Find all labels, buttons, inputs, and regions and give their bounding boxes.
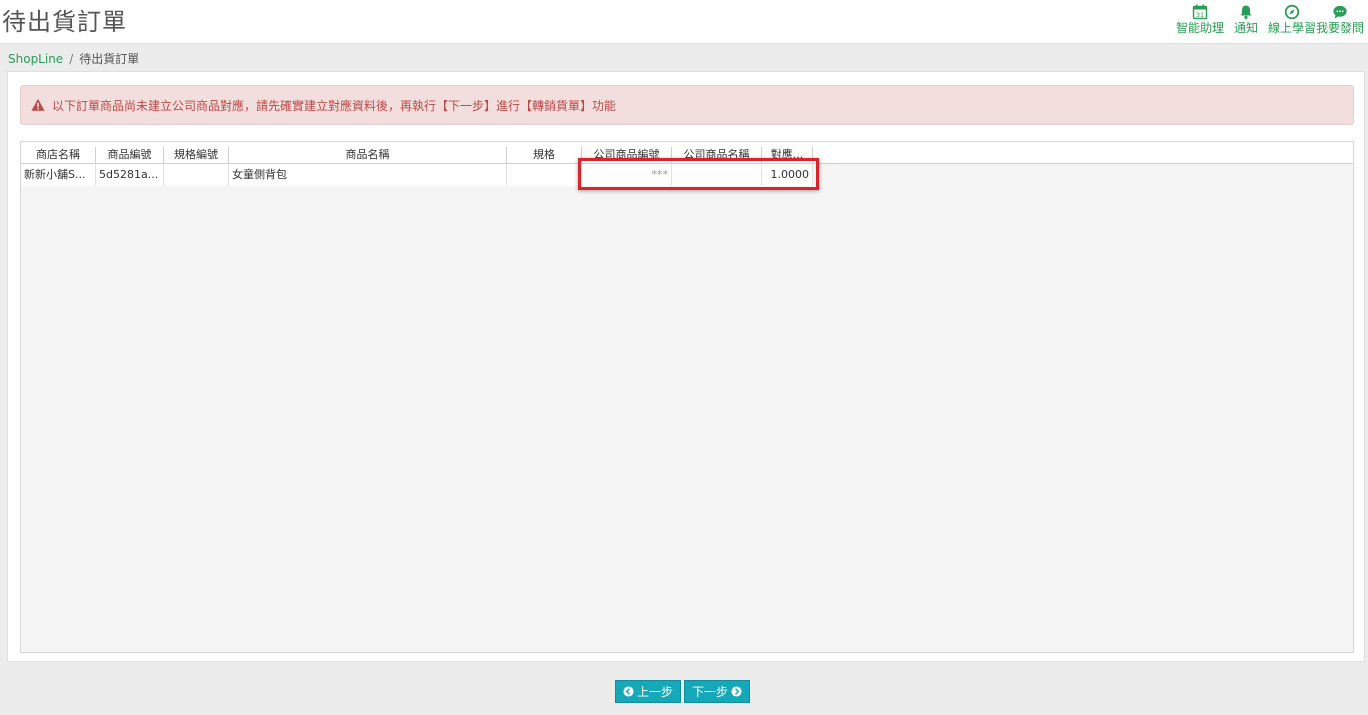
ask-question-button[interactable]: 我要發問	[1316, 4, 1364, 35]
cell-spec-no	[164, 164, 229, 186]
table-row[interactable]: 新新小舖S... 5d5281a... 女童側背包 *** 1.0000	[21, 164, 813, 186]
previous-step-label: 上一步	[636, 685, 673, 699]
cell-company-product-name[interactable]	[672, 164, 762, 186]
breadcrumb-current: 待出貨訂單	[79, 52, 140, 66]
cell-product-no: 5d5281a...	[96, 164, 164, 186]
cell-spec	[507, 164, 582, 186]
page-title: 待出貨訂單	[2, 8, 127, 36]
alert-message: 以下訂單商品尚未建立公司商品對應，請先確實建立對應資料後，再執行【下一步】進行【…	[52, 98, 617, 113]
breadcrumb: ShopLine / 待出貨訂單	[8, 50, 139, 67]
breadcrumb-root-link[interactable]: ShopLine	[8, 52, 63, 66]
column-header-store-name[interactable]: 商店名稱	[21, 147, 96, 163]
calendar-icon: 31	[1192, 4, 1208, 20]
ask-question-label: 我要發問	[1315, 21, 1364, 35]
chevron-right-circle-icon	[731, 686, 742, 697]
cell-product-name: 女童側背包	[229, 164, 507, 186]
column-header-product-name[interactable]: 商品名稱	[229, 147, 507, 163]
compass-icon	[1284, 4, 1300, 20]
column-header-product-no[interactable]: 商品編號	[96, 147, 164, 163]
main-panel: 以下訂單商品尚未建立公司商品對應，請先確實建立對應資料後，再執行【下一步】進行【…	[7, 71, 1365, 662]
grid-header: 商店名稱 商品編號 規格編號 商品名稱 規格 公司商品編號 公司商品名稱 對應.…	[21, 142, 1353, 164]
column-header-spec-no[interactable]: 規格編號	[164, 147, 229, 163]
chevron-left-circle-icon	[623, 686, 634, 697]
warning-alert: 以下訂單商品尚未建立公司商品對應，請先確實建立對應資料後，再執行【下一步】進行【…	[20, 85, 1354, 125]
next-step-button[interactable]: 下一步	[684, 680, 750, 703]
page-header: 待出貨訂單 31 智能助理 通知 線上學習 我要發問	[0, 0, 1368, 44]
svg-text:31: 31	[1196, 11, 1204, 19]
column-header-spec[interactable]: 規格	[507, 147, 582, 163]
column-header-company-product-name[interactable]: 公司商品名稱	[672, 147, 762, 163]
previous-step-button[interactable]: 上一步	[615, 680, 681, 703]
top-toolbar: 31 智能助理 通知 線上學習 我要發問	[1166, 4, 1364, 35]
smart-assistant-label: 智能助理	[1175, 21, 1224, 35]
online-learning-label: 線上學習	[1267, 21, 1316, 35]
online-learning-button[interactable]: 線上學習	[1268, 4, 1316, 35]
smart-assistant-button[interactable]: 31 智能助理	[1176, 4, 1224, 35]
footer-buttons: 上一步 下一步	[615, 680, 750, 703]
warning-icon	[31, 98, 45, 111]
notification-label: 通知	[1233, 21, 1258, 35]
next-step-label: 下一步	[691, 685, 728, 699]
breadcrumb-separator: /	[69, 52, 74, 66]
chat-icon	[1333, 5, 1347, 19]
cell-mapping-ratio[interactable]: 1.0000	[762, 164, 813, 186]
column-header-company-product-no[interactable]: 公司商品編號	[582, 147, 672, 163]
cell-company-product-no[interactable]: ***	[582, 164, 672, 186]
cell-store-name: 新新小舖S...	[21, 164, 96, 186]
bell-icon	[1240, 5, 1252, 19]
orders-grid: 商店名稱 商品編號 規格編號 商品名稱 規格 公司商品編號 公司商品名稱 對應.…	[20, 141, 1354, 653]
notification-button[interactable]: 通知	[1234, 4, 1258, 35]
column-header-mapping-ratio[interactable]: 對應...	[762, 147, 813, 163]
